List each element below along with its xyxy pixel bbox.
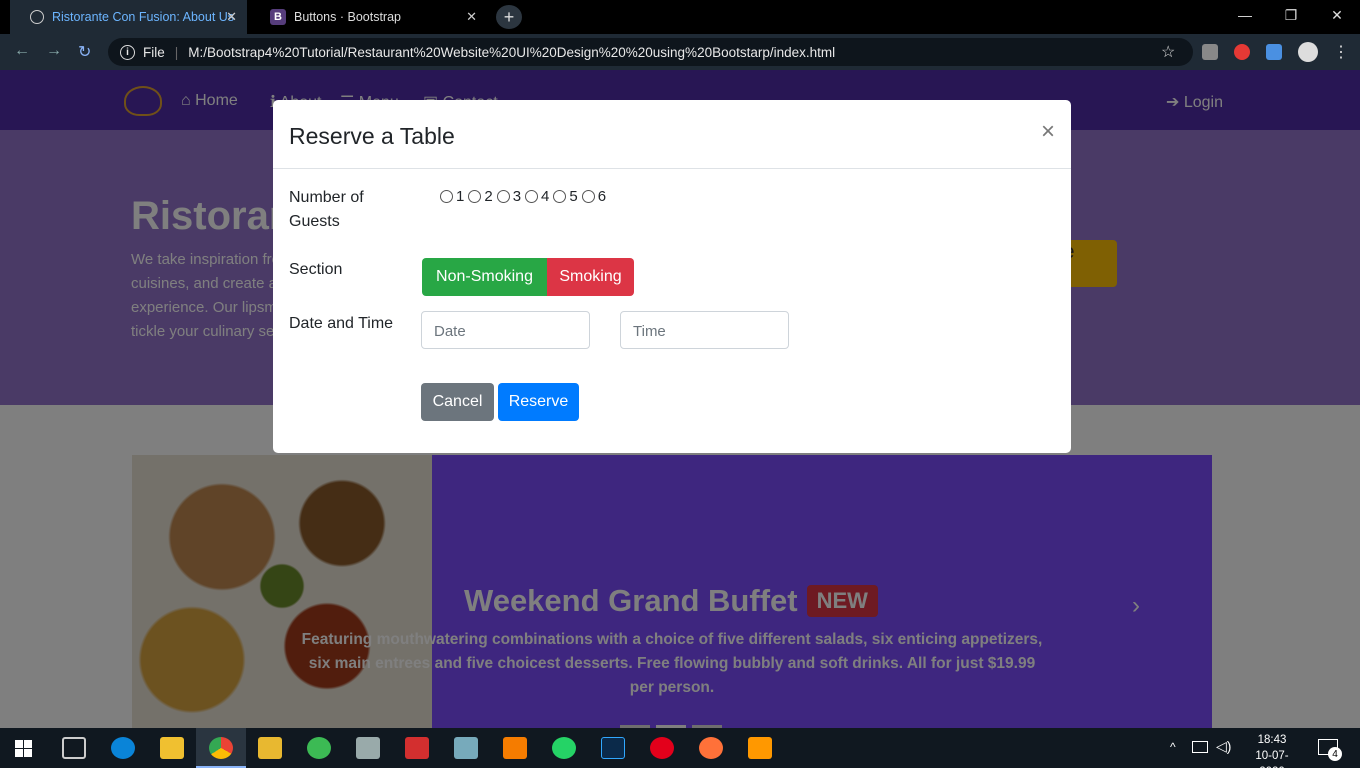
guest-radio-5[interactable] — [553, 190, 567, 203]
guests-radio-group: 1 2 3 4 5 6 — [438, 188, 608, 205]
chrome-icon — [209, 737, 233, 759]
more-menu-icon[interactable]: ⋮ — [1333, 42, 1349, 62]
clock[interactable]: 18:43 10-07-2020 — [1244, 732, 1300, 768]
pdf-icon[interactable] — [405, 737, 429, 759]
task-view-icon[interactable] — [62, 737, 86, 759]
datetime-label: Date and Time — [289, 315, 394, 332]
guest-radio-4[interactable] — [525, 190, 539, 203]
taskbar: ^ ◁) 18:43 10-07-2020 4 — [0, 728, 1360, 768]
scanner-icon[interactable] — [454, 737, 478, 759]
new-tab-button[interactable]: + — [496, 5, 522, 29]
time-input[interactable]: Time — [620, 311, 789, 349]
minimize-button[interactable]: — — [1222, 0, 1268, 30]
guest-option-label: 4 — [541, 188, 550, 205]
store-icon[interactable] — [160, 737, 184, 759]
reload-icon[interactable]: ↻ — [78, 42, 91, 62]
info-icon[interactable]: i — [120, 44, 135, 60]
network-icon[interactable] — [1192, 741, 1208, 753]
url-separator: | — [174, 44, 179, 60]
date-input[interactable]: Date — [421, 311, 590, 349]
non-smoking-button[interactable]: Non-Smoking — [422, 258, 547, 296]
opera-icon[interactable] — [650, 737, 674, 759]
browser-tab-strip: Ristorante Con Fusion: About Us ✕ B Butt… — [0, 0, 1360, 34]
scheme-label: File — [143, 44, 165, 60]
sublime-icon[interactable] — [748, 737, 772, 759]
chrome-taskbar-item[interactable] — [196, 728, 246, 768]
close-window-button[interactable]: ✕ — [1314, 0, 1360, 30]
puzzle-icon[interactable] — [1266, 44, 1282, 60]
star-icon[interactable]: ☆ — [1161, 42, 1175, 62]
volume-icon[interactable]: ◁) — [1216, 738, 1231, 755]
tab-title: Ristorante Con Fusion: About Us — [52, 10, 235, 24]
back-icon[interactable]: ← — [14, 42, 30, 60]
guest-option-label: 2 — [484, 188, 493, 205]
clock-date: 10-07-2020 — [1255, 750, 1289, 768]
profile-avatar[interactable] — [1298, 42, 1318, 62]
url-text: M:/Bootstrap4%20Tutorial/Restaurant%20We… — [188, 44, 836, 60]
guest-radio-1[interactable] — [440, 190, 453, 203]
maximize-button[interactable]: ❐ — [1268, 0, 1314, 30]
guest-radio-6[interactable] — [581, 190, 595, 203]
notification-count-badge: 4 — [1328, 747, 1342, 761]
tab-title: Buttons · Bootstrap — [294, 10, 402, 24]
clock-time: 18:43 — [1257, 734, 1287, 746]
close-tab-icon[interactable]: ✕ — [226, 9, 237, 25]
chevron-up-icon[interactable]: ^ — [1170, 740, 1176, 754]
firefox-icon[interactable] — [699, 737, 723, 759]
smoking-button[interactable]: Smoking — [547, 258, 634, 296]
guest-radio-3[interactable] — [496, 190, 510, 203]
xampp-icon[interactable] — [503, 737, 527, 759]
forward-icon[interactable]: → — [46, 42, 62, 60]
guest-option-label: 5 — [569, 188, 578, 205]
edge-icon[interactable] — [111, 737, 135, 759]
extension-red-icon[interactable] — [1234, 44, 1250, 60]
maps-icon[interactable] — [307, 737, 331, 759]
address-bar: ← → ↻ i File | M:/Bootstrap4%20Tutorial/… — [0, 34, 1360, 70]
url-input[interactable]: i File | M:/Bootstrap4%20Tutorial/Restau… — [108, 38, 1193, 66]
guest-option-label: 1 — [456, 188, 465, 205]
guest-option-label: 3 — [512, 188, 522, 205]
whatsapp-icon[interactable] — [552, 737, 576, 759]
guests-label: Number of Guests — [289, 189, 364, 230]
photoshop-icon[interactable] — [601, 737, 625, 759]
camera-icon[interactable] — [1202, 44, 1218, 60]
section-button-group: Non-Smoking Smoking — [422, 258, 634, 296]
guest-option-label: 6 — [597, 188, 607, 205]
reserve-table-modal: Reserve a Table × Number of Guests 1 2 3… — [273, 100, 1071, 453]
tab-about-us[interactable]: Ristorante Con Fusion: About Us ✕ — [10, 0, 247, 34]
reserve-button[interactable]: Reserve — [498, 383, 579, 421]
windows-start-icon[interactable] — [15, 740, 32, 757]
globe-icon — [30, 10, 44, 24]
modal-title: Reserve a Table — [289, 123, 455, 149]
cancel-button[interactable]: Cancel — [421, 383, 494, 421]
database-icon[interactable] — [356, 737, 380, 759]
bootstrap-icon: B — [270, 9, 286, 25]
tab-buttons-bootstrap[interactable]: B Buttons · Bootstrap ✕ — [250, 0, 487, 34]
close-icon[interactable]: × — [1041, 118, 1055, 146]
guest-radio-2[interactable] — [468, 190, 482, 203]
modal-header: Reserve a Table × — [273, 100, 1071, 169]
section-label: Section — [289, 261, 343, 278]
folder-icon[interactable] — [258, 737, 282, 759]
close-tab-icon[interactable]: ✕ — [466, 9, 477, 25]
